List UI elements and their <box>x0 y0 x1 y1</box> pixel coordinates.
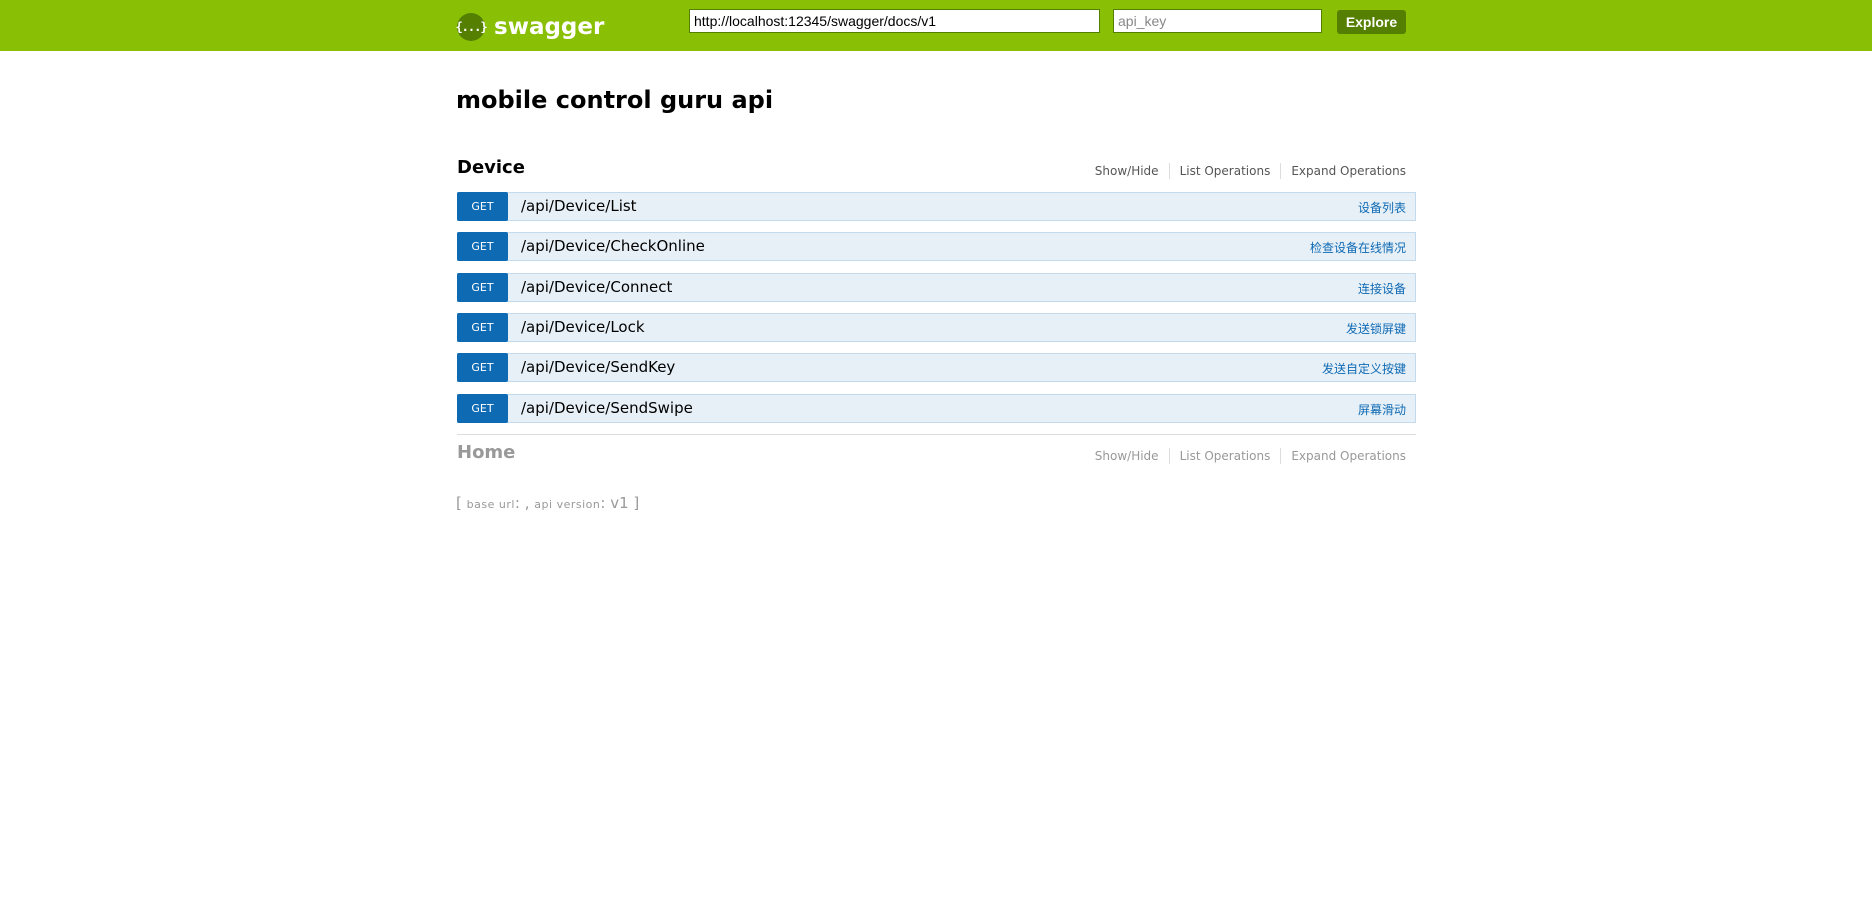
show-hide-link[interactable]: Show/Hide <box>1085 448 1170 464</box>
operation-summary[interactable]: 屏幕滑动 <box>1358 401 1406 418</box>
http-method-badge[interactable]: GET <box>457 353 508 382</box>
operation-summary[interactable]: 发送自定义按键 <box>1322 360 1406 377</box>
base-url-value: : , <box>514 494 530 512</box>
operation-summary[interactable]: 检查设备在线情况 <box>1310 239 1406 256</box>
operation-summary[interactable]: 设备列表 <box>1358 199 1406 216</box>
show-hide-link[interactable]: Show/Hide <box>1085 163 1170 179</box>
operation-device-lock[interactable]: GET /api/Device/Lock 发送锁屏键 <box>457 313 1416 342</box>
operation-path[interactable]: /api/Device/CheckOnline <box>521 237 705 255</box>
operation-device-sendswipe[interactable]: GET /api/Device/SendSwipe 屏幕滑动 <box>457 394 1416 423</box>
resource-links-device: Show/Hide List Operations Expand Operati… <box>1085 163 1416 179</box>
resource-name-device[interactable]: Device <box>457 157 525 178</box>
api-url-input[interactable] <box>689 9 1100 33</box>
operation-summary[interactable]: 连接设备 <box>1358 280 1406 297</box>
operation-summary[interactable]: 发送锁屏键 <box>1346 320 1406 337</box>
logo-text: swagger <box>494 14 605 40</box>
base-url-label: base url <box>466 498 515 511</box>
top-bar: {...} swagger Explore <box>0 0 1872 51</box>
resource-header-device: Device Show/Hide List Operations Expand … <box>457 157 1416 183</box>
api-key-input[interactable] <box>1113 9 1322 33</box>
operation-device-connect[interactable]: GET /api/Device/Connect 连接设备 <box>457 273 1416 302</box>
operation-path[interactable]: /api/Device/Lock <box>521 318 645 336</box>
resource-links-home: Show/Hide List Operations Expand Operati… <box>1085 448 1416 464</box>
api-title: mobile control guru api <box>456 86 774 114</box>
operation-path[interactable]: /api/Device/Connect <box>521 278 672 296</box>
list-operations-link[interactable]: List Operations <box>1170 448 1282 464</box>
resource-name-home[interactable]: Home <box>457 442 515 463</box>
http-method-badge[interactable]: GET <box>457 192 508 221</box>
operation-path[interactable]: /api/Device/SendKey <box>521 358 675 376</box>
operation-device-sendkey[interactable]: GET /api/Device/SendKey 发送自定义按键 <box>457 353 1416 382</box>
operation-device-checkonline[interactable]: GET /api/Device/CheckOnline 检查设备在线情况 <box>457 232 1416 261</box>
operation-device-list[interactable]: GET /api/Device/List 设备列表 <box>457 192 1416 221</box>
footer-open-bracket: [ <box>456 494 462 512</box>
resource-header-home: Home Show/Hide List Operations Expand Op… <box>457 442 1416 468</box>
api-version-value: : v1 <box>600 494 629 512</box>
footer-close-bracket: ] <box>633 494 640 512</box>
swagger-braces-icon: {...} <box>455 13 488 41</box>
http-method-badge[interactable]: GET <box>457 313 508 342</box>
api-version-label: api version <box>534 498 601 511</box>
operation-path[interactable]: /api/Device/List <box>521 197 637 215</box>
http-method-badge[interactable]: GET <box>457 232 508 261</box>
api-info-footer: [ base url: , api version: v1 ] <box>456 494 639 512</box>
http-method-badge[interactable]: GET <box>457 394 508 423</box>
expand-operations-link[interactable]: Expand Operations <box>1281 448 1416 464</box>
swagger-logo-link[interactable]: {...} swagger <box>455 13 605 41</box>
list-operations-link[interactable]: List Operations <box>1170 163 1282 179</box>
http-method-badge[interactable]: GET <box>457 273 508 302</box>
resource-divider <box>457 434 1416 435</box>
expand-operations-link[interactable]: Expand Operations <box>1281 163 1416 179</box>
explore-button[interactable]: Explore <box>1337 10 1406 34</box>
operation-path[interactable]: /api/Device/SendSwipe <box>521 399 693 417</box>
